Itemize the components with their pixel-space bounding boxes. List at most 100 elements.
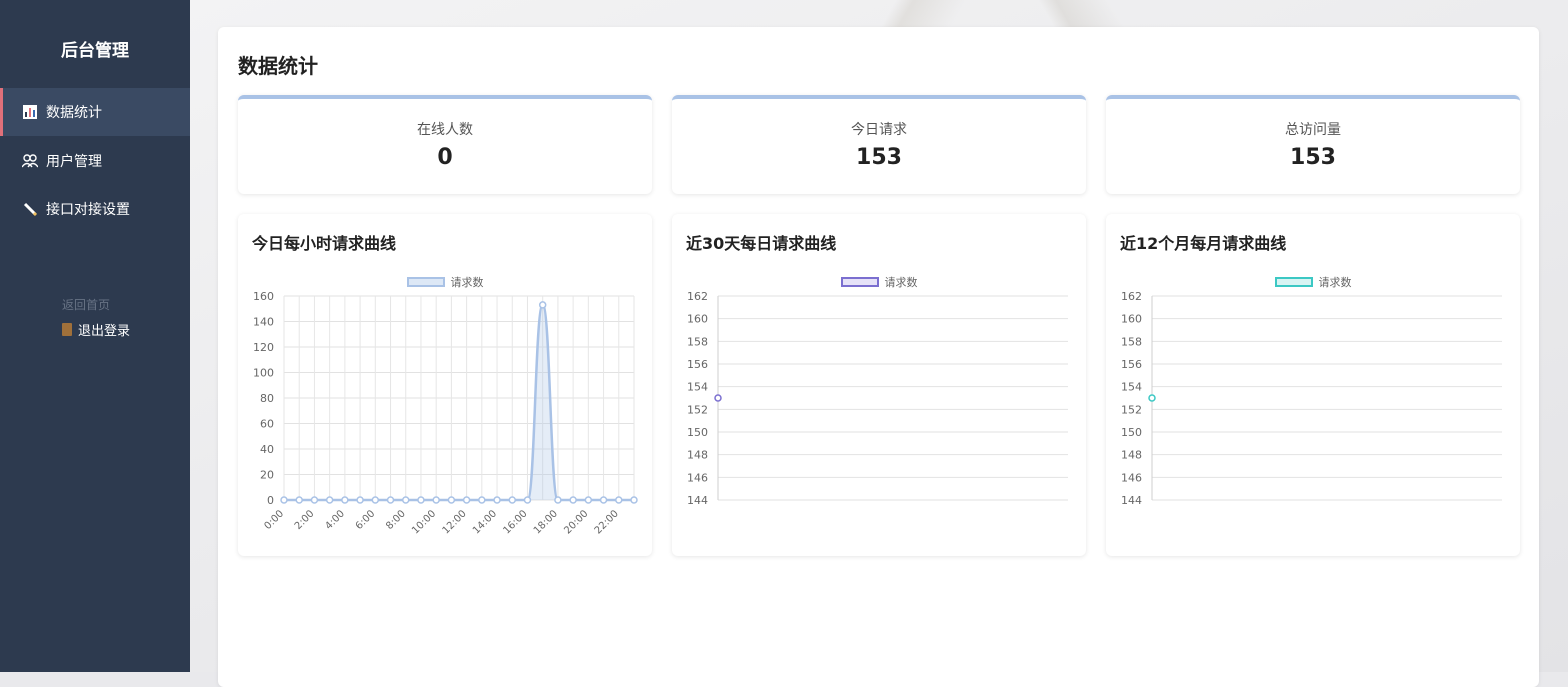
x-tick-label: 18:00 [532, 508, 560, 536]
main-panel: 数据统计 在线人数 0 今日请求 153 总访问量 153 今日每小时请求曲线 … [218, 27, 1539, 687]
y-tick-label: 156 [687, 358, 708, 371]
x-tick-label: 22:00 [593, 508, 621, 536]
data-point [386, 496, 395, 504]
y-tick-label: 158 [1121, 335, 1142, 348]
stat-label: 总访问量 [1285, 122, 1341, 138]
y-tick-label: 160 [687, 313, 708, 326]
x-tick-label: 12:00 [441, 508, 469, 536]
stat-label: 今日请求 [851, 122, 907, 138]
x-tick-label: 0:00 [262, 508, 286, 532]
data-point [615, 496, 623, 504]
data-point [341, 496, 349, 504]
data-point [493, 496, 501, 504]
y-tick-label: 154 [687, 381, 708, 394]
data-point [1148, 394, 1156, 402]
data-point [401, 496, 410, 504]
data-point [569, 496, 577, 504]
chart-card-30days: 近30天每日请求曲线 请求数 144 146 148 150 152 154 156 158 1… [672, 214, 1086, 556]
y-tick-label: 146 [687, 471, 708, 484]
data-point [478, 496, 486, 504]
data-point [371, 496, 380, 504]
y-tick-label: 158 [687, 335, 708, 348]
y-tick-label: 60 [260, 418, 274, 431]
pencil-icon [22, 201, 38, 217]
chart-card-hourly: 今日每小时请求曲线 请求数 0 20 40 60 80 100 120 140 160 0:00 2… [238, 214, 652, 556]
y-tick-label: 144 [1121, 494, 1142, 507]
chart-12months: 144 146 148 150 152 154 156 158 160 162 [1121, 290, 1502, 507]
data-point [325, 496, 334, 504]
chart-hourly: 0 20 40 60 80 100 120 140 160 0:00 2:00 4:00 6:00 8:0… [253, 290, 638, 537]
data-point [554, 496, 562, 504]
sidebar-item-statistics[interactable]: 数据统计 [0, 88, 190, 136]
sidebar-item-api-settings[interactable]: 接口对接设置 [0, 185, 190, 233]
y-tick-label: 160 [1121, 313, 1142, 326]
sidebar-item-label: 用户管理 [46, 154, 102, 170]
stat-card-total-visits: 总访问量 153 [1106, 95, 1520, 194]
y-tick-label: 80 [260, 392, 274, 405]
stat-label: 在线人数 [417, 122, 473, 138]
data-point [447, 496, 456, 504]
x-tick-label: 2:00 [293, 508, 317, 532]
data-point [714, 394, 722, 402]
data-point [630, 496, 638, 504]
stat-card-online: 在线人数 0 [238, 95, 652, 194]
data-point [417, 496, 425, 504]
data-point [599, 496, 608, 504]
y-tick-label: 148 [687, 449, 708, 462]
y-tick-label: 156 [1121, 358, 1142, 371]
data-point [432, 496, 440, 504]
data-point [523, 496, 532, 504]
y-tick-label: 152 [1121, 403, 1142, 416]
y-tick-label: 150 [1121, 426, 1142, 439]
data-point [310, 496, 319, 504]
stat-value: 153 [1290, 145, 1336, 170]
series-line [283, 303, 634, 502]
x-tick-label: 14:00 [471, 508, 499, 536]
y-tick-label: 120 [253, 341, 274, 354]
y-tick-label: 100 [253, 367, 274, 380]
sidebar-item-users[interactable]: 用户管理 [0, 137, 190, 185]
stat-card-today-requests: 今日请求 153 [672, 95, 1086, 194]
data-point [462, 496, 471, 504]
data-point [280, 496, 288, 504]
y-tick-label: 160 [253, 290, 274, 303]
series-area [284, 304, 634, 500]
logout-link[interactable]: 退出登录 [62, 320, 130, 339]
data-point [538, 301, 547, 309]
chart-30days: 144 146 148 150 152 154 156 158 160 162 [687, 290, 1068, 507]
y-tick-label: 148 [1121, 449, 1142, 462]
y-tick-label: 0 [267, 494, 274, 507]
brand-title: 后台管理 [61, 41, 129, 61]
y-tick-label: 140 [253, 316, 274, 329]
bar-chart-icon [22, 104, 38, 120]
y-tick-label: 154 [1121, 381, 1142, 394]
x-tick-label: 8:00 [384, 508, 408, 532]
y-tick-label: 150 [687, 426, 708, 439]
x-tick-label: 10:00 [410, 508, 438, 536]
x-tick-label: 20:00 [562, 508, 590, 536]
sidebar-item-label: 数据统计 [46, 105, 102, 121]
back-home-link[interactable]: 返回首页 [62, 296, 110, 313]
y-tick-label: 40 [260, 443, 274, 456]
data-point [508, 496, 517, 504]
data-point [295, 496, 303, 504]
sidebar-item-label: 接口对接设置 [46, 202, 130, 218]
y-tick-label: 152 [687, 403, 708, 416]
data-point [584, 496, 593, 504]
y-tick-label: 144 [687, 494, 708, 507]
y-tick-label: 162 [687, 290, 708, 303]
y-tick-label: 20 [260, 469, 274, 482]
x-tick-label: 6:00 [354, 508, 378, 532]
x-tick-label: 4:00 [323, 508, 347, 532]
sidebar: 后台管理 数据统计 用户管理 接口对接设置 返回首页 退出登录 [0, 0, 190, 672]
page-title: 数据统计 [238, 54, 318, 78]
x-tick-label: 16:00 [501, 508, 529, 536]
stat-value: 153 [856, 145, 902, 170]
y-tick-label: 162 [1121, 290, 1142, 303]
stat-value: 0 [437, 145, 453, 170]
data-point [356, 496, 364, 504]
users-icon [22, 153, 38, 169]
logout-label: 退出登录 [78, 324, 131, 339]
door-icon [62, 323, 72, 336]
y-tick-label: 146 [1121, 471, 1142, 484]
